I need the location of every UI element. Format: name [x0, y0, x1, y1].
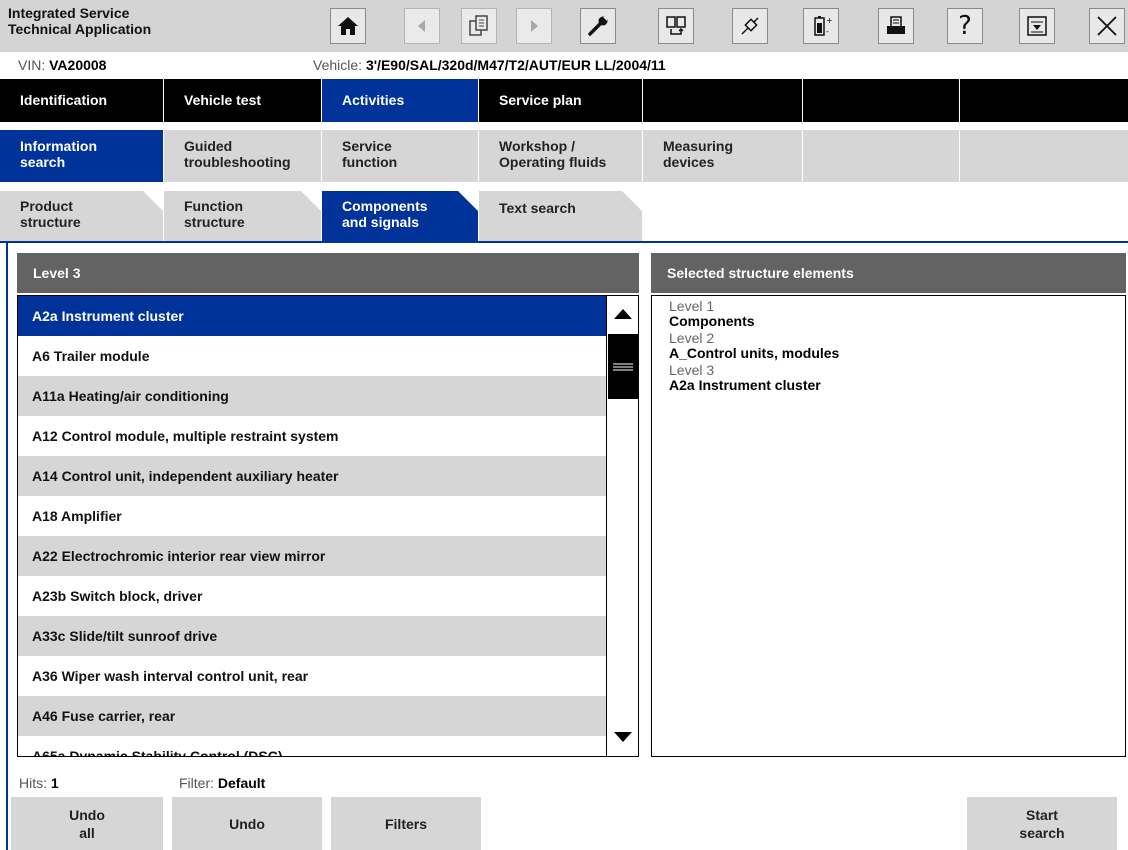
list-item[interactable]: A36 Wiper wash interval control unit, re…	[18, 656, 606, 696]
level-panel-header: Level 3	[17, 253, 639, 293]
scroll-thumb[interactable]	[608, 334, 638, 399]
vehicle-value: 3'/E90/SAL/320d/M47/T2/AUT/EUR LL/2004/1…	[365, 57, 666, 73]
scroll-down-arrow-icon[interactable]	[607, 719, 638, 755]
wrench-icon[interactable]	[580, 8, 616, 44]
level2-label: Level 2	[669, 330, 715, 346]
hits-label: Hits:	[19, 775, 47, 791]
hits-status: Hits: 1	[19, 775, 59, 791]
tab-underline	[0, 241, 1128, 243]
submenu-guided-troubleshooting[interactable]: Guided troubleshooting	[164, 130, 321, 182]
document-icon[interactable]	[461, 8, 497, 44]
selected-structure-box: Level 1 Components Level 2 A_Control uni…	[651, 295, 1126, 757]
tab-components-and-signals[interactable]: Components and signals	[322, 191, 478, 241]
menu-empty-2	[803, 79, 959, 122]
vin-value: VA20008	[49, 57, 107, 73]
title-bar: Integrated Service Technical Application…	[0, 0, 1128, 52]
menu-service-plan[interactable]: Service plan	[479, 79, 642, 122]
tab-text-search[interactable]: Text search	[479, 191, 642, 241]
hits-count: 1	[50, 775, 59, 791]
list-item[interactable]: A22 Electrochromic interior rear view mi…	[18, 536, 606, 576]
submenu-measuring-devices[interactable]: Measuring devices	[643, 130, 802, 182]
battery-icon[interactable]: + -	[803, 8, 839, 44]
content-border	[6, 241, 8, 850]
svg-text:+: +	[826, 16, 833, 25]
level3-value: A2a Instrument cluster	[669, 377, 821, 393]
vin-label: VIN:	[18, 57, 46, 73]
vehicle-label: Vehicle:	[313, 57, 363, 73]
undo-all-button[interactable]: Undo all	[11, 797, 163, 850]
close-icon[interactable]	[1089, 8, 1125, 44]
list-item[interactable]: A18 Amplifier	[18, 496, 606, 536]
level-list-items: A2a Instrument cluster A6 Trailer module…	[18, 296, 606, 756]
list-item[interactable]: A33c Slide/tilt sunroof drive	[18, 616, 606, 656]
svg-text:-: -	[826, 27, 829, 36]
vehicle-field: Vehicle: 3'/E90/SAL/320d/M47/T2/AUT/EUR …	[313, 52, 666, 78]
level1-label: Level 1	[669, 298, 715, 314]
list-item[interactable]: A14 Control unit, independent auxiliary …	[18, 456, 606, 496]
vin-field: VIN: VA20008	[18, 52, 106, 78]
vehicle-info-bar: VIN: VA20008 Vehicle: 3'/E90/SAL/320d/M4…	[0, 52, 1128, 78]
printer-icon[interactable]	[878, 8, 914, 44]
home-icon[interactable]	[330, 8, 366, 44]
submenu-workshop-operating-fluids[interactable]: Workshop / Operating fluids	[479, 130, 642, 182]
filter-status: Filter: Default	[179, 775, 265, 791]
list-item[interactable]: A11a Heating/air conditioning	[18, 376, 606, 416]
submenu-information-search[interactable]: Information search	[0, 130, 163, 182]
back-icon[interactable]	[404, 8, 440, 44]
submenu-empty-2	[960, 130, 1128, 182]
list-scrollbar[interactable]	[606, 296, 638, 756]
level2-value: A_Control units, modules	[669, 345, 840, 361]
filter-value: Default	[217, 775, 266, 791]
list-item[interactable]: A65a Dynamic Stability Control (DSC)	[18, 736, 606, 756]
menu-vehicle-test[interactable]: Vehicle test	[164, 79, 321, 122]
collapse-icon[interactable]	[1019, 8, 1055, 44]
list-item[interactable]: A6 Trailer module	[18, 336, 606, 376]
forward-icon[interactable]	[516, 8, 552, 44]
undo-button[interactable]: Undo	[172, 797, 322, 850]
level1-value: Components	[669, 313, 755, 329]
list-item[interactable]: A46 Fuse carrier, rear	[18, 696, 606, 736]
filter-label: Filter:	[179, 775, 214, 791]
connection-icon[interactable]	[658, 8, 694, 44]
selected-panel-header: Selected structure elements	[651, 253, 1126, 293]
tab-product-structure[interactable]: Product structure	[0, 191, 163, 241]
submenu-service-function[interactable]: Service function	[322, 130, 478, 182]
list-item[interactable]: A12 Control module, multiple restraint s…	[18, 416, 606, 456]
menu-empty-3	[960, 79, 1128, 122]
menu-empty-1	[643, 79, 802, 122]
menu-activities[interactable]: Activities	[322, 79, 478, 122]
submenu-empty-1	[803, 130, 959, 182]
list-item[interactable]: A23b Switch block, driver	[18, 576, 606, 616]
tab-function-structure[interactable]: Function structure	[164, 191, 321, 241]
help-icon[interactable]: ?	[947, 8, 983, 44]
level3-label: Level 3	[669, 362, 715, 378]
scroll-up-arrow-icon[interactable]	[607, 296, 638, 332]
menu-identification[interactable]: Identification	[0, 79, 163, 122]
plug-icon[interactable]	[732, 8, 768, 44]
level-list[interactable]: A2a Instrument cluster A6 Trailer module…	[17, 295, 639, 757]
start-search-button[interactable]: Start search	[967, 797, 1117, 850]
list-item[interactable]: A2a Instrument cluster	[18, 296, 606, 336]
app-title: Integrated Service Technical Application	[8, 5, 152, 37]
filters-button[interactable]: Filters	[331, 797, 481, 850]
